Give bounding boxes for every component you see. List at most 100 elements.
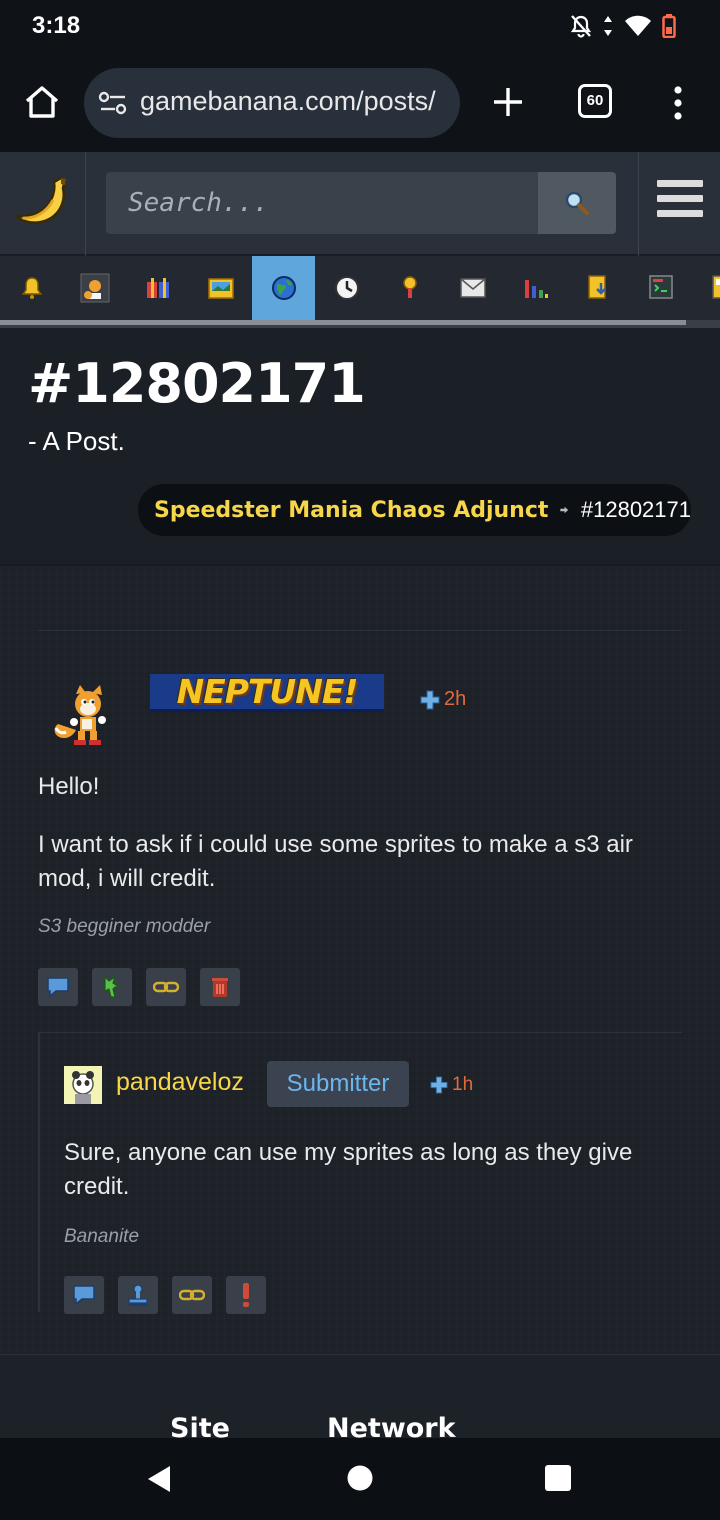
avatar[interactable] bbox=[52, 684, 114, 746]
nav-tails[interactable] bbox=[63, 256, 126, 320]
alert-icon bbox=[243, 1283, 249, 1307]
recents-icon[interactable] bbox=[544, 1464, 572, 1492]
logo-link[interactable] bbox=[0, 152, 86, 256]
link-icon bbox=[153, 981, 179, 993]
status-icons bbox=[570, 14, 676, 38]
award-icon bbox=[402, 276, 417, 298]
nav-clock[interactable] bbox=[315, 256, 378, 320]
site-settings-icon[interactable] bbox=[98, 90, 128, 116]
reply-signature: Bananite bbox=[64, 1226, 140, 1247]
battery-low-icon bbox=[662, 14, 676, 38]
wifi-icon bbox=[625, 15, 651, 36]
reply-body: Sure, anyone can use my sprites as long … bbox=[64, 1139, 633, 1200]
home-circle-icon[interactable] bbox=[346, 1464, 374, 1492]
username[interactable]: NEPTUNE! bbox=[150, 672, 384, 712]
nav-award[interactable] bbox=[378, 256, 441, 320]
arrow-right-icon bbox=[560, 506, 569, 514]
nav-code[interactable] bbox=[630, 256, 693, 320]
code-icon bbox=[648, 275, 673, 299]
breadcrumb-current: #12802171 bbox=[580, 497, 691, 522]
bell-icon bbox=[21, 277, 42, 299]
search-button[interactable] bbox=[538, 172, 616, 234]
search-icon bbox=[565, 191, 589, 215]
divider bbox=[38, 630, 682, 631]
nav-more[interactable] bbox=[693, 256, 720, 320]
more-icon bbox=[711, 275, 720, 299]
reply-actions bbox=[64, 1276, 266, 1314]
tab-switcher-button[interactable]: 60 bbox=[578, 84, 612, 118]
nav-images[interactable] bbox=[189, 256, 252, 320]
reply-divider bbox=[40, 1032, 682, 1033]
wrench-icon bbox=[104, 975, 121, 998]
nav-mail[interactable] bbox=[441, 256, 504, 320]
post-thread: NEPTUNE! 2h Hello! I want to ask if i co… bbox=[0, 566, 720, 1354]
nav-globe[interactable] bbox=[252, 256, 315, 320]
report-button[interactable] bbox=[226, 1276, 266, 1314]
post-greeting: Hello! bbox=[38, 773, 100, 800]
back-icon[interactable] bbox=[144, 1464, 174, 1494]
reply-button[interactable] bbox=[64, 1276, 104, 1314]
breadcrumb: Speedster Mania Chaos Adjunct #12802171 bbox=[138, 484, 691, 536]
page-title: #12802171 bbox=[28, 352, 366, 415]
data-arrows-icon bbox=[604, 16, 612, 36]
post-time-text: 2h bbox=[444, 688, 467, 710]
nav-scrollbar[interactable] bbox=[0, 320, 720, 328]
search-input[interactable] bbox=[106, 172, 538, 234]
page-subtitle: - A Post. bbox=[28, 426, 125, 456]
status-time: 3:18 bbox=[32, 12, 81, 39]
site-header bbox=[0, 152, 720, 256]
nav-stats[interactable] bbox=[504, 256, 567, 320]
bar-chart-icon bbox=[524, 280, 548, 298]
mail-icon bbox=[459, 278, 486, 298]
image-icon bbox=[207, 278, 234, 299]
tails-icon bbox=[80, 273, 109, 303]
search-box bbox=[106, 172, 616, 234]
download-icon bbox=[587, 275, 606, 299]
submitter-badge: Submitter bbox=[267, 1061, 409, 1107]
reply-icon bbox=[47, 977, 69, 998]
reply-rail bbox=[38, 1032, 40, 1312]
plus-icon bbox=[420, 690, 440, 709]
browser-toolbar: gamebanana.com/posts/ 60 bbox=[0, 56, 720, 152]
main-menu-button[interactable] bbox=[638, 152, 720, 256]
nav-scrollbar-thumb[interactable] bbox=[0, 320, 686, 325]
delete-button[interactable] bbox=[200, 968, 240, 1006]
nav-download[interactable] bbox=[567, 256, 630, 320]
nav-bell[interactable] bbox=[0, 256, 63, 320]
section-nav bbox=[0, 256, 720, 320]
home-icon[interactable] bbox=[22, 82, 62, 122]
plus-icon bbox=[430, 1076, 448, 1094]
link-icon bbox=[179, 1289, 205, 1301]
reply-username[interactable]: pandaveloz bbox=[116, 1068, 244, 1097]
globe-icon bbox=[271, 276, 296, 300]
stamp-icon bbox=[128, 1284, 148, 1306]
link-button[interactable] bbox=[146, 968, 186, 1006]
link-button[interactable] bbox=[172, 1276, 212, 1314]
status-bar: 3:18 bbox=[0, 0, 720, 56]
new-tab-icon[interactable] bbox=[488, 82, 528, 122]
hamburger-icon[interactable] bbox=[657, 180, 703, 226]
username-text[interactable]: NEPTUNE! bbox=[177, 672, 359, 711]
nav-gifts[interactable] bbox=[126, 256, 189, 320]
url-bar[interactable]: gamebanana.com/posts/ bbox=[84, 68, 460, 138]
bell-off-icon bbox=[570, 15, 592, 38]
post-signature: S3 begginer modder bbox=[38, 916, 211, 937]
overflow-menu-icon[interactable] bbox=[664, 84, 692, 124]
reply-time-text: 1h bbox=[452, 1074, 474, 1095]
clock-icon bbox=[334, 276, 359, 300]
url-text[interactable]: gamebanana.com/posts/ bbox=[140, 86, 450, 117]
tools-button[interactable] bbox=[92, 968, 132, 1006]
reply-button[interactable] bbox=[38, 968, 78, 1006]
reply-icon bbox=[73, 1285, 95, 1306]
reply-time: 1h bbox=[430, 1074, 473, 1096]
post-body: I want to ask if i could use some sprite… bbox=[38, 831, 633, 892]
trash-icon bbox=[212, 978, 228, 997]
system-navigation-bar bbox=[0, 1438, 720, 1520]
post-actions bbox=[38, 968, 240, 1006]
stamp-button[interactable] bbox=[118, 1276, 158, 1314]
avatar[interactable] bbox=[64, 1066, 102, 1104]
page-header: #12802171 - A Post. Speedster Mania Chao… bbox=[0, 328, 720, 566]
breadcrumb-link[interactable]: Speedster Mania Chaos Adjunct bbox=[154, 498, 548, 523]
gifts-icon bbox=[146, 278, 169, 298]
banana-logo-icon[interactable] bbox=[13, 174, 73, 234]
